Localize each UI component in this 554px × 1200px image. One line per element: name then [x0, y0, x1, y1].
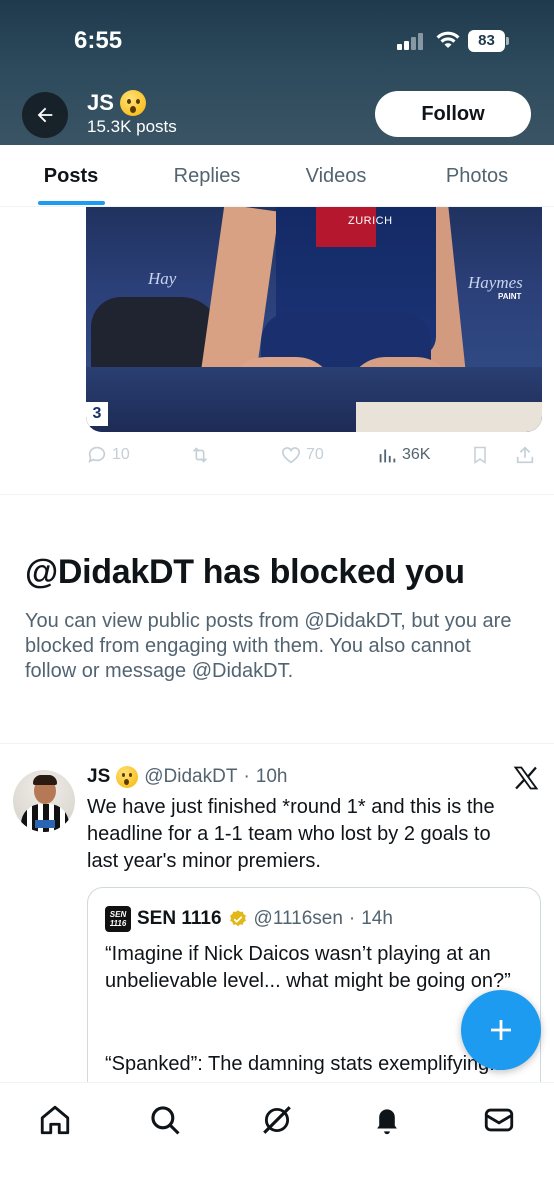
retweet-button[interactable] [188, 444, 212, 466]
jersey-sponsor-text: ZURICH [348, 215, 393, 227]
like-button[interactable]: 70 [280, 444, 324, 466]
tweet-header: JS @DidakDT · 10h [87, 766, 288, 788]
tweet-author-name[interactable]: JS [87, 766, 110, 788]
tweet-author-handle[interactable]: @DidakDT [144, 766, 237, 788]
retweet-icon [192, 447, 208, 463]
tweet-text: We have just finished *round 1* and this… [87, 796, 495, 872]
home-icon[interactable] [38, 1103, 72, 1137]
compose-button[interactable] [461, 990, 541, 1070]
wifi-icon [436, 31, 460, 48]
astonished-face-icon [119, 90, 146, 116]
quoted-author-handle: @1116sen [253, 908, 343, 929]
reply-count: 10 [112, 446, 130, 463]
divider [0, 494, 554, 495]
block-notice-text: You can view public posts from @DidakDT,… [25, 610, 512, 682]
bottom-navigation [0, 1082, 554, 1200]
post-count: 15.3K posts [87, 117, 177, 136]
tab-replies[interactable]: Replies [158, 145, 256, 207]
post-media-image[interactable]: Hay Haymes PAINT ZURICH 3 [86, 207, 542, 432]
avatar[interactable] [13, 770, 75, 832]
messages-icon[interactable] [482, 1103, 516, 1137]
profile-name: JS [87, 90, 146, 116]
profile-name-text: JS [87, 90, 114, 115]
signal-icon [397, 32, 427, 50]
quoted-tweet-text-2: “Spanked”: The damning stats exemplifyin… [105, 1053, 506, 1075]
divider [0, 743, 554, 744]
bookmark-button[interactable] [470, 444, 490, 466]
post-action-bar: 10 70 36K [86, 440, 542, 472]
grok-icon[interactable] [260, 1103, 294, 1137]
tweet-time[interactable]: 10h [256, 766, 288, 788]
quoted-author-name: SEN 1116 [137, 908, 222, 929]
share-button[interactable] [514, 444, 536, 466]
plus-icon [491, 1020, 511, 1040]
sponsor-text-left: Hay [148, 269, 177, 288]
profile-tabs: Posts Replies Videos Photos [0, 145, 554, 207]
tab-videos[interactable]: Videos [287, 145, 385, 207]
sen-logo-avatar: SEN 1116 [105, 906, 131, 932]
notifications-icon[interactable] [370, 1103, 404, 1137]
reply-icon [88, 446, 106, 463]
status-bar: 6:55 83 [0, 0, 554, 80]
share-icon [516, 446, 534, 464]
views-button[interactable]: 36K [376, 444, 430, 466]
status-time: 6:55 [74, 27, 123, 54]
quoted-tweet-header: SEN 1116 SEN 1116 @1116sen · 14h [105, 906, 393, 932]
quoted-tweet-time: 14h [361, 908, 393, 929]
search-icon[interactable] [148, 1103, 182, 1137]
sponsor-text-right: Haymes [468, 273, 523, 292]
block-notice-title: @DidakDT has blocked you [25, 553, 465, 591]
verified-badge-icon [229, 910, 246, 927]
views-icon [379, 449, 396, 463]
tab-posts[interactable]: Posts [22, 145, 120, 207]
heart-icon [281, 447, 301, 464]
like-count: 70 [306, 446, 324, 463]
x-logo-icon [513, 766, 539, 790]
quoted-tweet-text: “Imagine if Nick Daicos wasn’t playing a… [105, 943, 511, 992]
quoted-tweet[interactable]: SEN 1116 SEN 1116 @1116sen · 14h “Imagine… [87, 887, 541, 1107]
follow-button[interactable]: Follow [375, 91, 531, 137]
bookmark-icon [474, 446, 486, 464]
active-tab-indicator [38, 201, 105, 205]
battery-level: 83 [468, 30, 505, 52]
score-number: 3 [86, 402, 108, 426]
reply-button[interactable]: 10 [86, 444, 130, 466]
views-count: 36K [402, 446, 431, 463]
back-button[interactable] [22, 92, 68, 138]
tab-photos[interactable]: Photos [428, 145, 526, 207]
battery-icon: 83 [468, 30, 510, 52]
astonished-face-icon [116, 766, 139, 788]
paint-text: PAINT [498, 292, 522, 301]
arrow-left-icon [37, 107, 53, 123]
